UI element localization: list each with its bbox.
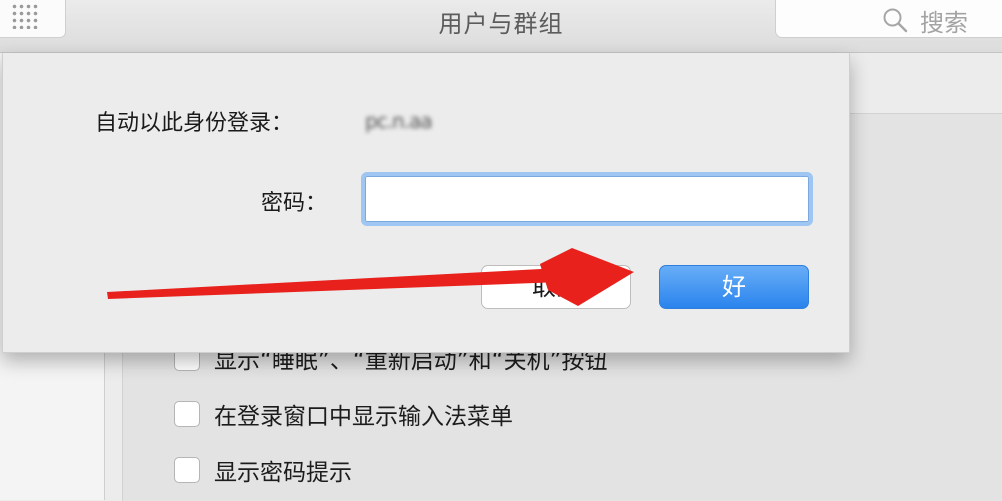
window-titlebar: 用户与群组 搜索	[0, 0, 1002, 53]
auto-login-label: 自动以此身份登录：	[95, 111, 294, 136]
cancel-button[interactable]: 取消	[481, 265, 631, 309]
ok-button[interactable]: 好	[659, 265, 809, 309]
search-icon	[883, 8, 908, 33]
checkbox[interactable]	[174, 457, 200, 483]
option-label: 在登录窗口中显示输入法菜单	[214, 404, 513, 430]
auto-login-sheet: 自动以此身份登录： pc.n.aa 密码： 取消 好	[2, 53, 850, 353]
option-label: 显示密码提示	[214, 460, 352, 486]
search-field[interactable]: 搜索	[775, 0, 1002, 38]
search-placeholder: 搜索	[920, 9, 968, 37]
password-label: 密码：	[261, 191, 328, 216]
auto-login-username: pc.n.aa	[365, 109, 433, 133]
password-input[interactable]	[361, 172, 813, 226]
checkbox[interactable]	[174, 401, 200, 427]
